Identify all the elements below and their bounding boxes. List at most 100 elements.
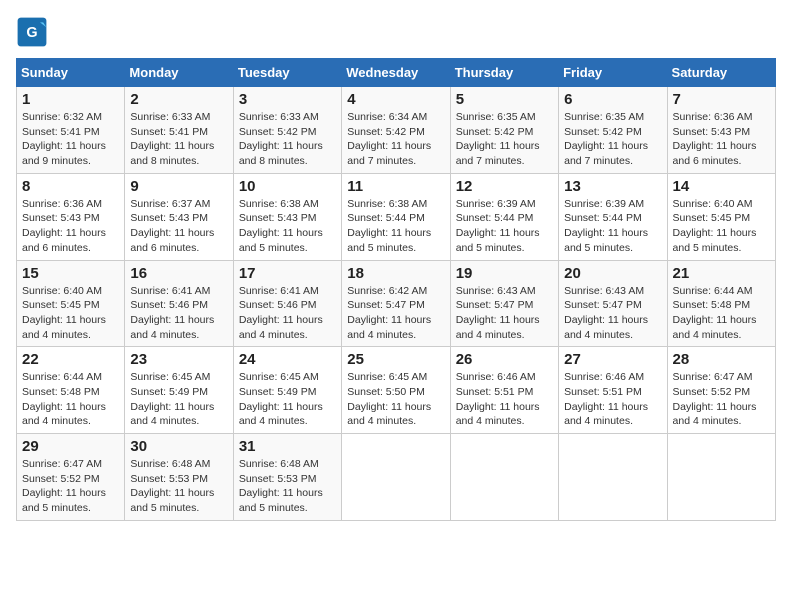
day-info: Sunrise: 6:45 AM Sunset: 5:49 PM Dayligh… (239, 370, 336, 429)
day-info: Sunrise: 6:33 AM Sunset: 5:42 PM Dayligh… (239, 110, 336, 169)
day-number: 25 (347, 351, 444, 368)
calendar-cell: 13 Sunrise: 6:39 AM Sunset: 5:44 PM Dayli… (559, 173, 667, 260)
day-number: 24 (239, 351, 336, 368)
day-number: 23 (130, 351, 227, 368)
calendar-cell: 30Sunrise: 6:48 AM Sunset: 5:53 PM Dayli… (125, 434, 233, 521)
calendar-cell: 23 Sunrise: 6:45 AM Sunset: 5:49 PM Dayli… (125, 347, 233, 434)
day-info: Sunrise: 6:37 AM Sunset: 5:43 PM Dayligh… (130, 197, 227, 256)
calendar-cell: 28Sunrise: 6:47 AM Sunset: 5:52 PM Dayli… (667, 347, 775, 434)
day-info: Sunrise: 6:41 AM Sunset: 5:46 PM Dayligh… (239, 284, 336, 343)
day-info: Sunrise: 6:41 AM Sunset: 5:46 PM Dayligh… (130, 284, 227, 343)
week-row-2: 8 Sunrise: 6:36 AM Sunset: 5:43 PM Daylig… (17, 173, 776, 260)
day-info: Sunrise: 6:36 AM Sunset: 5:43 PM Dayligh… (22, 197, 119, 256)
day-number: 6 (564, 91, 661, 108)
day-info: Sunrise: 6:34 AM Sunset: 5:42 PM Dayligh… (347, 110, 444, 169)
calendar-cell: 1 Sunrise: 6:32 AM Sunset: 5:41 PM Daylig… (17, 87, 125, 174)
day-number: 5 (456, 91, 553, 108)
calendar-cell: 19 Sunrise: 6:43 AM Sunset: 5:47 PM Dayli… (450, 260, 558, 347)
week-row-5: 29 Sunrise: 6:47 AM Sunset: 5:52 PM Dayli… (17, 434, 776, 521)
day-number: 10 (239, 178, 336, 195)
calendar-cell: 2Sunrise: 6:33 AM Sunset: 5:41 PM Daylig… (125, 87, 233, 174)
day-info: Sunrise: 6:47 AM Sunset: 5:52 PM Dayligh… (673, 370, 770, 429)
day-number: 15 (22, 265, 119, 282)
day-number: 22 (22, 351, 119, 368)
calendar-cell: 21 Sunrise: 6:44 AM Sunset: 5:48 PM Dayli… (667, 260, 775, 347)
calendar-cell (342, 434, 450, 521)
day-info: Sunrise: 6:40 AM Sunset: 5:45 PM Dayligh… (22, 284, 119, 343)
week-row-3: 15 Sunrise: 6:40 AM Sunset: 5:45 PM Dayli… (17, 260, 776, 347)
day-number: 13 (564, 178, 661, 195)
day-info: Sunrise: 6:36 AM Sunset: 5:43 PM Dayligh… (673, 110, 770, 169)
day-number: 1 (22, 91, 119, 108)
day-info: Sunrise: 6:38 AM Sunset: 5:43 PM Dayligh… (239, 197, 336, 256)
day-number: 18 (347, 265, 444, 282)
logo-icon: G (16, 16, 48, 48)
day-number: 16 (130, 265, 227, 282)
day-number: 29 (22, 438, 119, 455)
calendar-cell: 16 Sunrise: 6:41 AM Sunset: 5:46 PM Dayli… (125, 260, 233, 347)
day-info: Sunrise: 6:45 AM Sunset: 5:49 PM Dayligh… (130, 370, 227, 429)
week-row-4: 22 Sunrise: 6:44 AM Sunset: 5:48 PM Dayli… (17, 347, 776, 434)
col-header-wednesday: Wednesday (342, 59, 450, 87)
day-info: Sunrise: 6:43 AM Sunset: 5:47 PM Dayligh… (564, 284, 661, 343)
day-info: Sunrise: 6:35 AM Sunset: 5:42 PM Dayligh… (456, 110, 553, 169)
calendar-cell: 18 Sunrise: 6:42 AM Sunset: 5:47 PM Dayli… (342, 260, 450, 347)
col-header-monday: Monday (125, 59, 233, 87)
calendar-cell: 17 Sunrise: 6:41 AM Sunset: 5:46 PM Dayli… (233, 260, 341, 347)
col-header-friday: Friday (559, 59, 667, 87)
day-number: 4 (347, 91, 444, 108)
day-info: Sunrise: 6:45 AM Sunset: 5:50 PM Dayligh… (347, 370, 444, 429)
day-number: 14 (673, 178, 770, 195)
calendar-cell: 25 Sunrise: 6:45 AM Sunset: 5:50 PM Dayli… (342, 347, 450, 434)
day-info: Sunrise: 6:44 AM Sunset: 5:48 PM Dayligh… (673, 284, 770, 343)
day-number: 11 (347, 178, 444, 195)
calendar-cell: 7 Sunrise: 6:36 AM Sunset: 5:43 PM Daylig… (667, 87, 775, 174)
day-info: Sunrise: 6:47 AM Sunset: 5:52 PM Dayligh… (22, 457, 119, 516)
day-number: 19 (456, 265, 553, 282)
day-info: Sunrise: 6:43 AM Sunset: 5:47 PM Dayligh… (456, 284, 553, 343)
day-info: Sunrise: 6:32 AM Sunset: 5:41 PM Dayligh… (22, 110, 119, 169)
calendar-cell: 26 Sunrise: 6:46 AM Sunset: 5:51 PM Dayli… (450, 347, 558, 434)
svg-text:G: G (26, 25, 37, 41)
calendar-cell: 10 Sunrise: 6:38 AM Sunset: 5:43 PM Dayli… (233, 173, 341, 260)
day-info: Sunrise: 6:42 AM Sunset: 5:47 PM Dayligh… (347, 284, 444, 343)
day-number: 20 (564, 265, 661, 282)
day-info: Sunrise: 6:40 AM Sunset: 5:45 PM Dayligh… (673, 197, 770, 256)
day-info: Sunrise: 6:39 AM Sunset: 5:44 PM Dayligh… (564, 197, 661, 256)
calendar-cell: 4 Sunrise: 6:34 AM Sunset: 5:42 PM Daylig… (342, 87, 450, 174)
calendar-cell: 27 Sunrise: 6:46 AM Sunset: 5:51 PM Dayli… (559, 347, 667, 434)
day-info: Sunrise: 6:39 AM Sunset: 5:44 PM Dayligh… (456, 197, 553, 256)
day-number: 31 (239, 438, 336, 455)
calendar-cell: 3 Sunrise: 6:33 AM Sunset: 5:42 PM Daylig… (233, 87, 341, 174)
day-number: 9 (130, 178, 227, 195)
calendar-cell: 11 Sunrise: 6:38 AM Sunset: 5:44 PM Dayli… (342, 173, 450, 260)
calendar-cell: 24 Sunrise: 6:45 AM Sunset: 5:49 PM Dayli… (233, 347, 341, 434)
day-info: Sunrise: 6:46 AM Sunset: 5:51 PM Dayligh… (564, 370, 661, 429)
header: G (16, 16, 776, 48)
day-number: 3 (239, 91, 336, 108)
col-header-sunday: Sunday (17, 59, 125, 87)
calendar-cell (450, 434, 558, 521)
calendar-cell: 22 Sunrise: 6:44 AM Sunset: 5:48 PM Dayli… (17, 347, 125, 434)
day-info: Sunrise: 6:38 AM Sunset: 5:44 PM Dayligh… (347, 197, 444, 256)
day-number: 7 (673, 91, 770, 108)
calendar-cell: 5 Sunrise: 6:35 AM Sunset: 5:42 PM Daylig… (450, 87, 558, 174)
calendar-cell: 20 Sunrise: 6:43 AM Sunset: 5:47 PM Dayli… (559, 260, 667, 347)
day-number: 27 (564, 351, 661, 368)
day-number: 12 (456, 178, 553, 195)
col-header-tuesday: Tuesday (233, 59, 341, 87)
day-info: Sunrise: 6:35 AM Sunset: 5:42 PM Dayligh… (564, 110, 661, 169)
day-number: 26 (456, 351, 553, 368)
day-number: 17 (239, 265, 336, 282)
col-header-thursday: Thursday (450, 59, 558, 87)
day-info: Sunrise: 6:44 AM Sunset: 5:48 PM Dayligh… (22, 370, 119, 429)
col-header-saturday: Saturday (667, 59, 775, 87)
day-info: Sunrise: 6:48 AM Sunset: 5:53 PM Dayligh… (130, 457, 227, 516)
week-row-1: 1 Sunrise: 6:32 AM Sunset: 5:41 PM Daylig… (17, 87, 776, 174)
day-number: 8 (22, 178, 119, 195)
calendar-cell (667, 434, 775, 521)
logo: G (16, 16, 52, 48)
day-number: 21 (673, 265, 770, 282)
calendar-cell: 6 Sunrise: 6:35 AM Sunset: 5:42 PM Daylig… (559, 87, 667, 174)
day-info: Sunrise: 6:46 AM Sunset: 5:51 PM Dayligh… (456, 370, 553, 429)
